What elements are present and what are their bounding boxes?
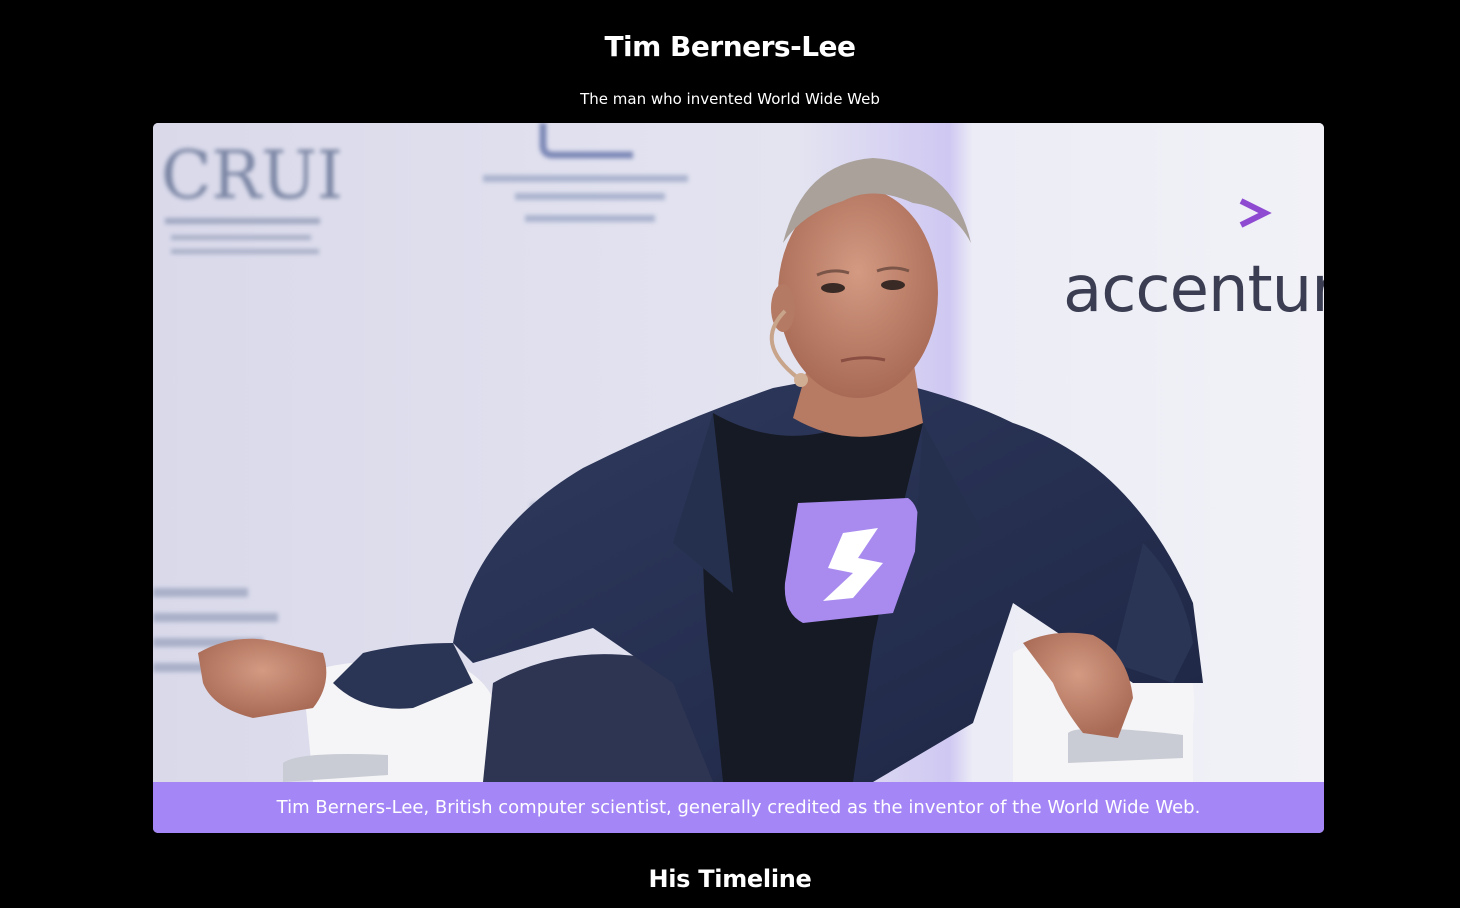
svg-text:accentur: accentur [1063, 253, 1324, 327]
page-subtitle: The man who invented World Wide Web [580, 90, 880, 108]
page-title: Tim Berners-Lee [604, 30, 856, 63]
svg-text:CRUI: CRUI [161, 137, 343, 214]
portrait-image: CRUI accentur [153, 123, 1324, 782]
timeline-heading: His Timeline [648, 865, 812, 893]
portrait-figure: CRUI accentur Tim Berners-Lee, British c… [153, 123, 1324, 833]
portrait-caption: Tim Berners-Lee, British computer scient… [153, 782, 1324, 833]
tribute-page: Tim Berners-Lee The man who invented Wor… [0, 0, 1460, 908]
